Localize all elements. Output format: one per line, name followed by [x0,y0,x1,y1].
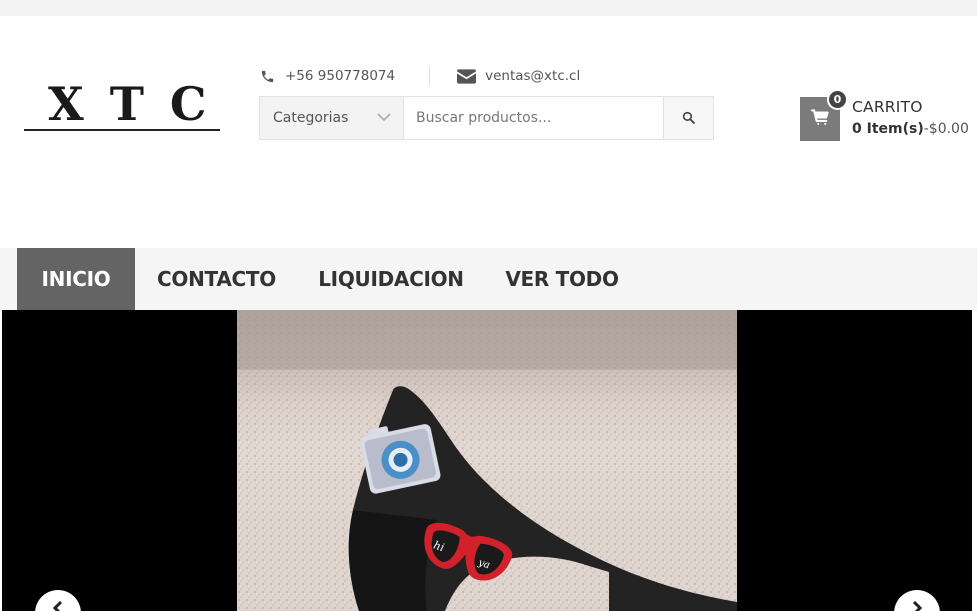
shopping-cart-icon [811,109,829,129]
search-button[interactable] [663,97,713,139]
email-address[interactable]: ventas@xtc.cl [485,68,580,84]
cart-title[interactable]: CARRITO [852,98,923,116]
category-select-label: Categorias [273,110,349,126]
search-input[interactable] [404,97,663,139]
slider-next-button[interactable] [894,590,940,611]
hero-slider: hi ya [2,310,972,611]
slider-prev-button[interactable] [35,590,81,611]
top-strip [0,0,977,16]
nav-item-contacto[interactable]: CONTACTO [135,248,298,310]
nav-item-inicio[interactable]: INICIO [17,248,135,310]
cart-summary[interactable]: 0 Item(s)-$0.00 [852,121,969,137]
phone-icon [258,67,276,85]
contact-row: +56 950778074 ventas@xtc.cl [258,64,580,88]
search-icon [682,109,695,128]
cart-total: $0.00 [928,121,969,137]
logo-underline [24,129,220,131]
slide-image: hi ya [237,310,737,611]
main-navigation: INICIO CONTACTO LIQUIDACION VER TODO [0,248,977,310]
search-bar: Categorias [259,96,714,140]
contact-divider [429,66,431,86]
nav-item-ver-todo[interactable]: VER TODO [484,248,640,310]
envelope-icon [456,67,476,85]
chevron-down-icon [377,110,391,126]
chevron-left-icon [52,600,63,611]
category-select[interactable]: Categorias [260,97,404,139]
chevron-right-icon [912,600,923,611]
logo-text: XTC [48,77,233,131]
phone-contact: +56 950778074 [258,67,395,85]
phone-number: +56 950778074 [285,68,396,84]
cart-count-badge: 0 [827,89,848,110]
cart-items-count: 0 Item(s) [852,121,924,137]
site-logo[interactable]: XTC [22,80,232,136]
shoe-illustration: hi ya [237,310,737,611]
email-contact[interactable]: ventas@xtc.cl [456,67,580,85]
nav-item-liquidacion[interactable]: LIQUIDACION [298,248,484,310]
